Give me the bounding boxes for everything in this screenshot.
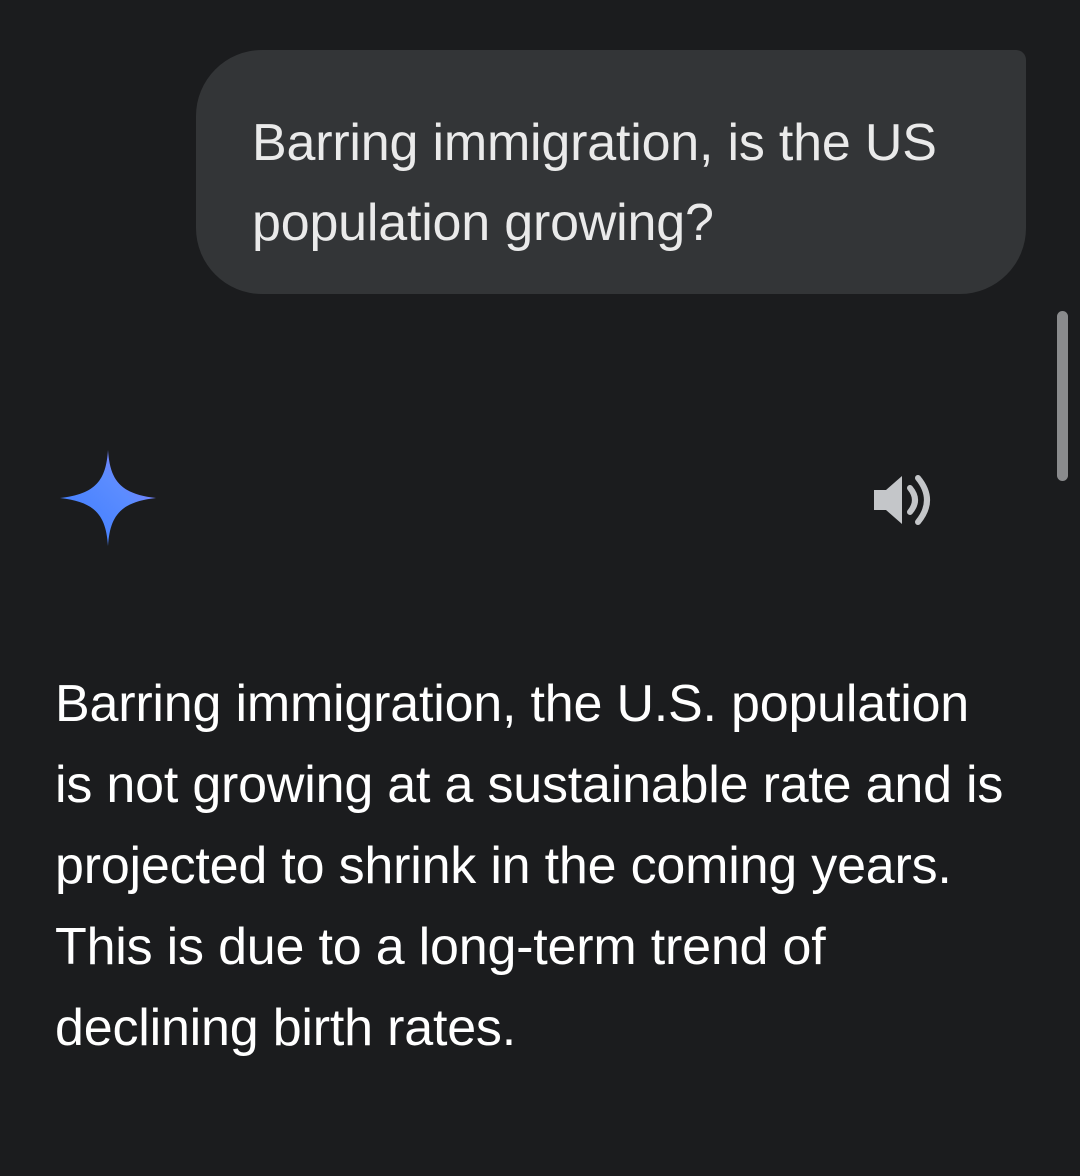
user-message-bubble: Barring immigration, is the US populatio… bbox=[196, 50, 1026, 294]
scrollbar-thumb[interactable] bbox=[1057, 311, 1068, 481]
assistant-response-text: Barring immigration, the U.S. population… bbox=[55, 675, 1004, 1057]
user-message-text: Barring immigration, is the US populatio… bbox=[252, 114, 937, 252]
speaker-icon[interactable] bbox=[868, 468, 938, 532]
gemini-spark-icon bbox=[60, 450, 156, 546]
